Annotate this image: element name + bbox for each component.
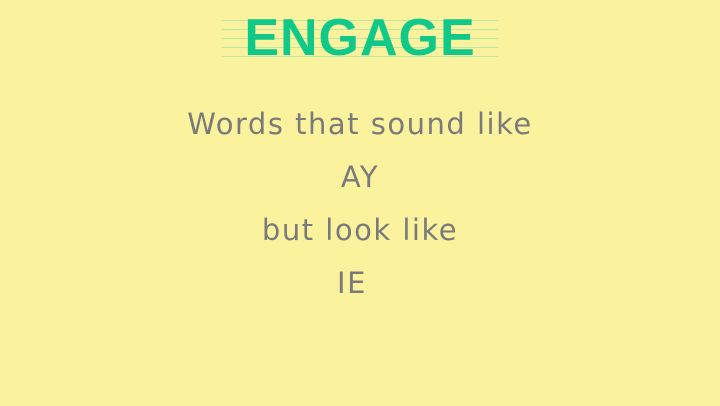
slide-title: ENGAGE: [244, 12, 476, 64]
title-banner: ENGAGE: [222, 12, 498, 64]
spelling-pattern: IE: [337, 266, 367, 300]
prompt-line-look: but look like: [261, 213, 459, 247]
sound-pattern: AY: [340, 160, 380, 194]
prompt-line-sound: Words that sound like: [187, 107, 533, 141]
